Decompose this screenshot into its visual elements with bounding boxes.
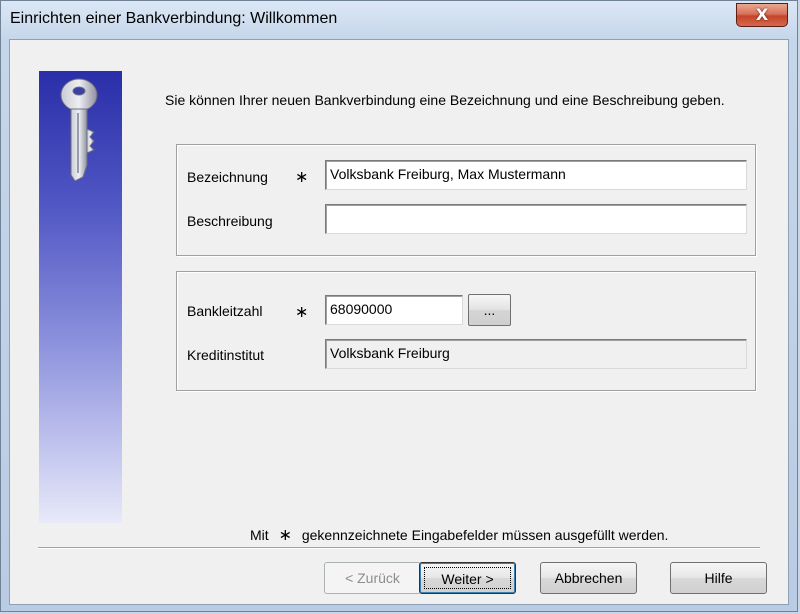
bankleitzahl-label: Bankleitzahl xyxy=(187,303,263,319)
dialog-window: Einrichten einer Bankverbindung: Willkom… xyxy=(0,0,798,612)
beschreibung-field[interactable] xyxy=(325,204,747,234)
kreditinstitut-field: Volksbank Freiburg xyxy=(325,339,747,369)
title-bar[interactable]: Einrichten einer Bankverbindung: Willkom… xyxy=(1,1,797,39)
kreditinstitut-label: Kreditinstitut xyxy=(187,347,265,363)
close-icon: X xyxy=(755,5,769,24)
help-button[interactable]: Hilfe xyxy=(670,562,767,594)
close-button[interactable]: X xyxy=(736,3,788,27)
back-button[interactable]: < Zurück xyxy=(324,562,421,594)
bank-search-button[interactable]: ... xyxy=(468,294,511,326)
window-title: Einrichten einer Bankverbindung: Willkom… xyxy=(10,10,338,27)
bankleitzahl-field[interactable]: 68090000 xyxy=(325,295,463,325)
footnote-suffix: gekennzeichnete Eingabefelder müssen aus… xyxy=(301,527,669,543)
name-description-group: Bezeichnung ∗ Volksbank Freiburg, Max Mu… xyxy=(176,144,756,256)
bezeichnung-field[interactable]: Volksbank Freiburg, Max Mustermann xyxy=(325,160,747,190)
required-fields-note: Mit ∗ gekennzeichnete Eingabefelder müss… xyxy=(250,525,668,544)
footnote-marker: ∗ xyxy=(278,525,292,544)
next-button[interactable]: Weiter > xyxy=(419,562,516,594)
cancel-button[interactable]: Abbrechen xyxy=(540,562,637,594)
key-icon xyxy=(60,78,98,182)
dialog-client-area: Sie können Ihrer neuen Bankverbindung ei… xyxy=(9,39,789,605)
button-separator xyxy=(38,547,760,549)
beschreibung-label: Beschreibung xyxy=(187,213,273,229)
required-marker: ∗ xyxy=(295,167,309,186)
bezeichnung-label: Bezeichnung xyxy=(187,169,268,185)
wizard-side-panel xyxy=(39,71,122,523)
required-marker: ∗ xyxy=(295,302,309,321)
footnote-prefix: Mit xyxy=(250,527,269,543)
bank-group: Bankleitzahl ∗ 68090000 ... Kreditinstit… xyxy=(176,271,756,391)
intro-text: Sie können Ihrer neuen Bankverbindung ei… xyxy=(165,92,725,108)
next-button-label: Weiter > xyxy=(424,567,511,589)
